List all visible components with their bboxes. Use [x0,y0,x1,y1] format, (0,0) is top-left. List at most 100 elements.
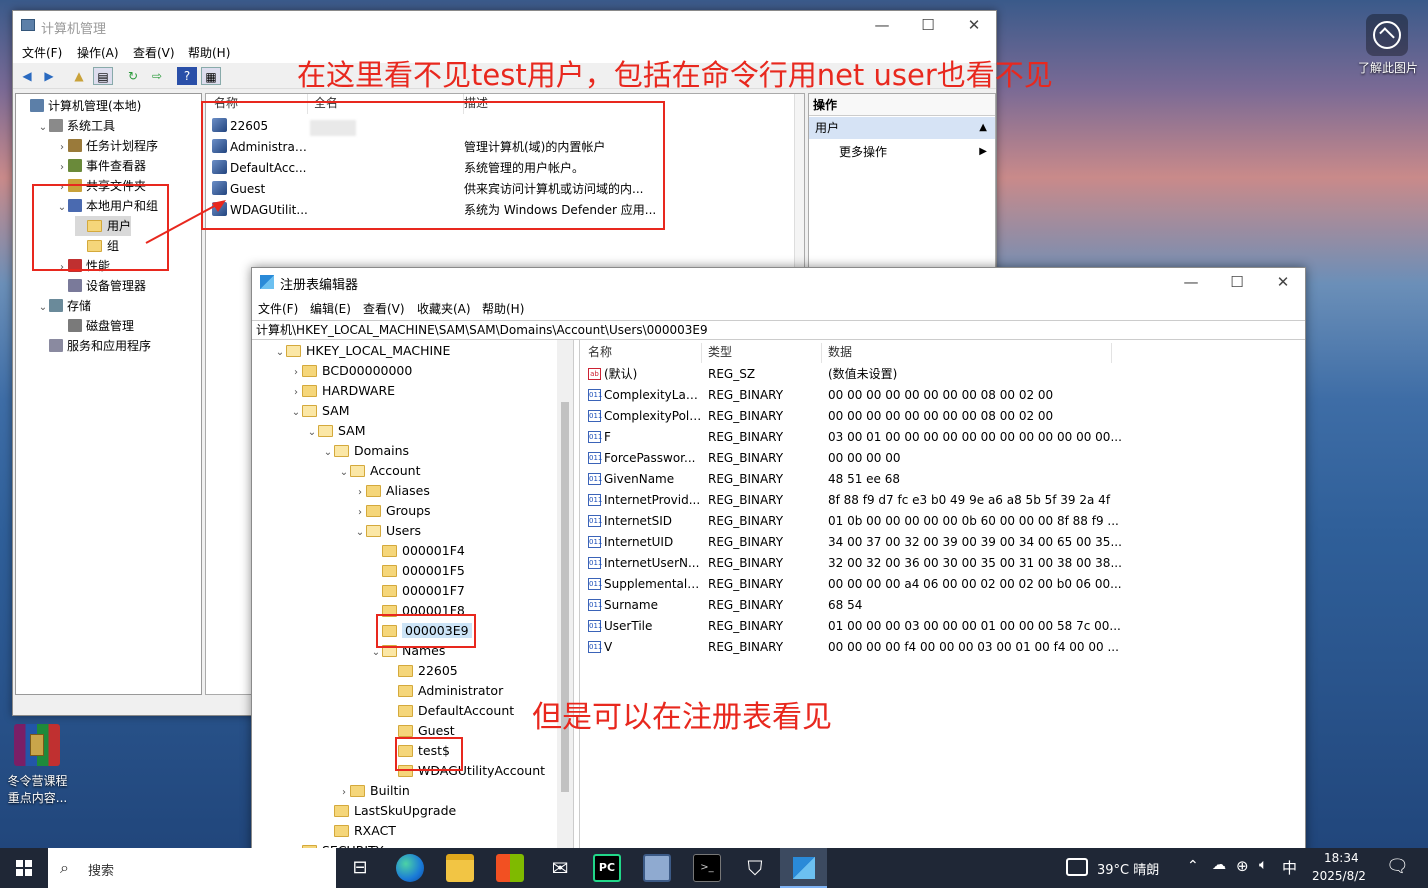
close-button[interactable]: ✕ [951,11,997,41]
reg-value-row[interactable]: 011 UserTile REG_BINARY 01 00 00 00 03 00 0… [580,616,1305,637]
reg-menu-help[interactable]: 帮助(H) [482,300,524,317]
expanded-arrow-icon[interactable]: ⌄ [274,343,286,363]
weather-text[interactable]: 39°C 晴朗 [1097,859,1159,878]
reg-tree-item[interactable]: RXACT [322,821,396,841]
expanded-arrow-icon[interactable]: ⌄ [37,118,49,138]
reg-titlebar[interactable]: 注册表编辑器 — ☐ ✕ [252,268,1305,296]
clock-date[interactable]: 2025/8/2 [1312,869,1366,883]
reg-value-row[interactable]: 011 GivenName REG_BINARY 48 51 ee 68 [580,469,1305,490]
expanded-arrow-icon[interactable]: ⌄ [322,443,334,463]
show-hidden-icons[interactable]: ⌃ [1187,858,1199,874]
collapsed-arrow-icon[interactable]: › [290,363,302,383]
reg-value-row[interactable]: 011 InternetUserN... REG_BINARY 32 00 32 00… [580,553,1305,574]
file-explorer-icon[interactable] [446,854,474,882]
reg-minimize-button[interactable]: — [1168,268,1214,296]
up-folder-icon[interactable]: ▲ [69,67,89,85]
val-col-data[interactable]: 数据 [828,343,1112,363]
start-button[interactable] [0,848,48,888]
show-tree-icon[interactable]: ▤ [93,67,113,85]
reg-tree-item[interactable]: › Groups [354,501,431,521]
collapsed-arrow-icon[interactable]: › [56,158,68,178]
reg-tree-item[interactable]: ⌄ Domains [322,441,409,461]
actions-section-users[interactable]: 用户 ▲ [809,117,995,139]
clock-time[interactable]: 18:34 [1324,851,1359,865]
reg-tree-item[interactable]: ⌄ SAM [306,421,366,441]
reg-value-row[interactable]: 011 InternetProvid... REG_BINARY 8f 88 f9 d… [580,490,1305,511]
reg-value-row[interactable]: 011 InternetSID REG_BINARY 01 0b 00 00 00 0… [580,511,1305,532]
expanded-arrow-icon[interactable]: ⌄ [37,298,49,318]
volume-icon[interactable]: 🔈︎ [1259,857,1267,873]
reg-tree-item[interactable]: DefaultAccount [386,701,514,721]
collapsed-arrow-icon[interactable]: › [56,138,68,158]
reg-menu-file[interactable]: 文件(F) [258,300,298,317]
pycharm-icon[interactable]: PC [593,854,621,882]
desktop-image-icon[interactable] [1366,14,1408,56]
menu-view[interactable]: 查看(V) [133,44,175,61]
collapsed-arrow-icon[interactable]: › [290,383,302,403]
reg-tree-item[interactable]: Administrator [386,681,503,701]
more-actions-item[interactable]: 更多操作 ▶ [809,141,995,163]
reg-tree-item[interactable]: 22605 [386,661,458,681]
task-view-icon[interactable]: ⊟ [346,854,374,882]
val-col-type[interactable]: 类型 [708,343,822,363]
cm-tree-item[interactable]: ⌄ 系统工具 [37,116,115,136]
reg-value-row[interactable]: 011 InternetUID REG_BINARY 34 00 37 00 32 0… [580,532,1305,553]
refresh-icon[interactable]: ↻ [123,67,143,85]
collapsed-arrow-icon[interactable]: › [354,503,366,523]
language-globe-icon[interactable]: ⊕ [1236,857,1249,875]
reg-tree-item[interactable]: › Aliases [354,481,430,501]
reg-value-row[interactable]: 011 V REG_BINARY 00 00 00 00 f4 00 00 00 03… [580,637,1305,658]
network-icon[interactable]: ☁ [1212,857,1226,873]
reg-value-row[interactable]: 011 ForcePasswor... REG_BINARY 00 00 00 00 [580,448,1305,469]
cm-titlebar[interactable]: 计算机管理 — ☐ ✕ [13,11,996,41]
reg-tree-item[interactable]: ⌄ Account [338,461,421,483]
taskbar-search-box[interactable]: ⌕ 搜索 [48,848,336,888]
reg-value-row[interactable]: 011 ComplexityPoli... REG_BINARY 00 00 00 0… [580,406,1305,427]
menu-action[interactable]: 操作(A) [77,44,119,61]
menu-file[interactable]: 文件(F) [22,44,62,61]
reg-value-row[interactable]: ab (默认) REG_SZ (数值未设置) [580,364,1305,385]
reg-value-row[interactable]: 011 F REG_BINARY 03 00 01 00 00 00 00 00 00… [580,427,1305,448]
store-icon[interactable] [496,854,524,882]
reg-menu-edit[interactable]: 编辑(E) [310,300,351,317]
expanded-arrow-icon[interactable]: ⌄ [306,423,318,443]
collapsed-arrow-icon[interactable]: › [354,483,366,503]
maximize-button[interactable]: ☐ [905,11,951,41]
cm-tree-item[interactable]: 设备管理器 [56,276,146,296]
reg-tree-item[interactable]: 000001F4 [370,541,465,561]
edge-icon[interactable] [396,854,424,882]
cm-tree-item[interactable]: › 事件查看器 [56,156,146,176]
address-bar[interactable]: 计算机\HKEY_LOCAL_MACHINE\SAM\SAM\Domains\A… [252,320,1305,340]
properties-icon[interactable]: ▦ [201,67,221,85]
cm-tree-item[interactable]: ⌄ 存储 [37,296,91,316]
reg-tree-item[interactable]: ⌄ HKEY_LOCAL_MACHINE [274,341,451,363]
help-icon[interactable]: ? [177,67,197,85]
minimize-button[interactable]: — [859,11,905,41]
notifications-icon[interactable]: 🗨︎ [1386,856,1409,877]
winrar-icon[interactable] [14,724,60,766]
forward-icon[interactable]: ▶ [39,67,59,85]
reg-value-row[interactable]: 011 ComplexityLast... REG_BINARY 00 00 00 0… [580,385,1305,406]
reg-value-row[interactable]: 011 SupplementalC... REG_BINARY 00 00 00 00… [580,574,1305,595]
reg-tree-item[interactable]: › BCD00000000 [290,361,412,381]
reg-tree-item[interactable]: LastSkuUpgrade [322,801,456,821]
reg-tree-item[interactable]: › Builtin [338,781,410,801]
reg-value-row[interactable]: 011 Surname REG_BINARY 68 54 [580,595,1305,616]
computer-management-taskbar-icon[interactable] [643,854,671,882]
reg-tree-item[interactable]: › HARDWARE [290,381,395,401]
ime-indicator[interactable]: 中 [1282,857,1297,878]
reg-tree-item[interactable]: 000001F5 [370,561,465,581]
cm-tree-item[interactable]: 计算机管理(本地) [18,96,141,116]
expanded-arrow-icon[interactable]: ⌄ [290,403,302,423]
mail-icon[interactable]: ✉ [546,854,574,882]
security-shield-icon[interactable]: ⛉ [741,854,769,882]
reg-tree-item[interactable]: ⌄ SAM [290,401,350,421]
expanded-arrow-icon[interactable]: ⌄ [338,463,350,483]
terminal-icon[interactable]: >_ [693,854,721,882]
cm-tree-item[interactable]: › 任务计划程序 [56,136,158,156]
reg-tree-scrollbar[interactable] [557,340,573,888]
reg-maximize-button[interactable]: ☐ [1214,268,1260,296]
reg-close-button[interactable]: ✕ [1260,268,1306,296]
val-col-name[interactable]: 名称 [588,343,702,363]
cm-tree-item[interactable]: 磁盘管理 [56,316,134,336]
